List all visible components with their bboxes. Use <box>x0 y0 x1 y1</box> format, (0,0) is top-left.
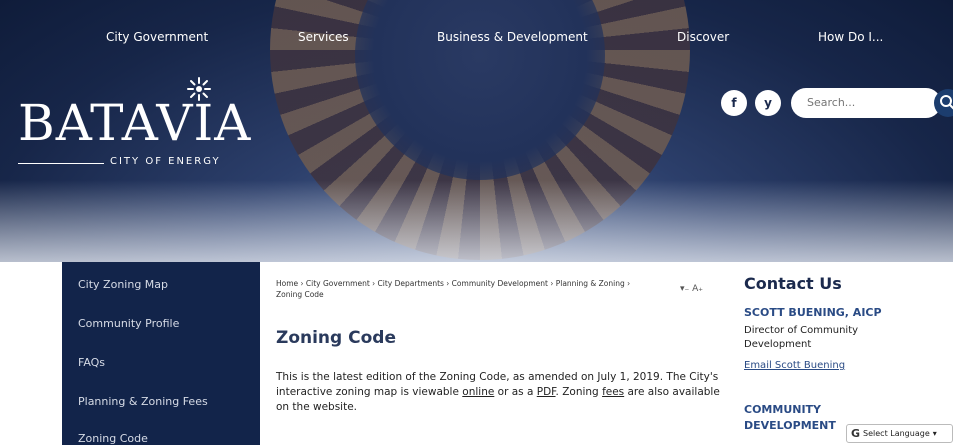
facebook-icon[interactable]: f <box>721 90 747 116</box>
page-title: Zoning Code <box>276 328 396 348</box>
contact-title: Contact Us <box>744 274 842 293</box>
hero-fade <box>0 180 953 262</box>
google-icon: G <box>851 427 861 440</box>
batavia-logo[interactable]: BATAVIA CITY OF ENERGY <box>18 76 252 176</box>
logo-wordmark: BATAVIA <box>18 94 252 152</box>
contact-panel: Contact Us SCOTT BUENING, AICP Director … <box>734 262 953 445</box>
google-translate-select[interactable]: G Select Language ▾ <box>846 424 953 443</box>
body-text-3: . Zoning <box>555 385 603 398</box>
search-icon <box>940 95 953 110</box>
twitter-icon[interactable]: y <box>755 90 781 116</box>
nav-discover[interactable]: Discover <box>677 30 729 44</box>
sidebar-item-zoning-code[interactable]: Zoning Code <box>78 432 148 445</box>
sidebar-item-faqs[interactable]: FAQs <box>78 356 105 369</box>
sidebar-nav: City Zoning Map Community Profile FAQs P… <box>62 262 260 445</box>
body-text-2: or as a <box>494 385 537 398</box>
page-body-text: This is the latest edition of the Zoning… <box>276 370 726 415</box>
logo-tagline: CITY OF ENERGY <box>110 156 221 167</box>
nav-services[interactable]: Services <box>298 30 349 44</box>
breadcrumb[interactable]: Home › City Government › City Department… <box>276 278 656 301</box>
search-button[interactable] <box>934 89 953 117</box>
main-content: Home › City Government › City Department… <box>262 262 734 445</box>
search-input[interactable] <box>805 95 919 110</box>
sidebar-item-community-profile[interactable]: Community Profile <box>78 317 179 330</box>
chevron-down-icon: ▾ <box>932 429 937 438</box>
contact-name: SCOTT BUENING, AICP <box>744 306 882 319</box>
contact-role: Director of Community Development <box>744 325 859 350</box>
zoning-fees-link[interactable]: fees <box>602 386 624 398</box>
nav-business-development[interactable]: Business & Development <box>437 30 588 44</box>
sidebar-item-planning-zoning-fees[interactable]: Planning & Zoning Fees <box>78 395 208 408</box>
nav-city-government[interactable]: City Government <box>106 30 208 44</box>
font-size-tools[interactable]: ▾₋ A₊ <box>680 284 703 294</box>
nav-how-do-i[interactable]: How Do I... <box>818 30 883 44</box>
logo-divider <box>18 163 104 164</box>
main-nav: City Government Services Business & Deve… <box>0 30 953 50</box>
sidebar-item-city-zoning-map[interactable]: City Zoning Map <box>78 278 168 291</box>
search-box <box>791 88 941 118</box>
contact-email-link[interactable]: Email Scott Buening <box>744 360 845 371</box>
pdf-map-link[interactable]: PDF <box>537 386 556 398</box>
language-select-label: Select Language <box>863 429 930 438</box>
online-map-link[interactable]: online <box>462 386 494 398</box>
